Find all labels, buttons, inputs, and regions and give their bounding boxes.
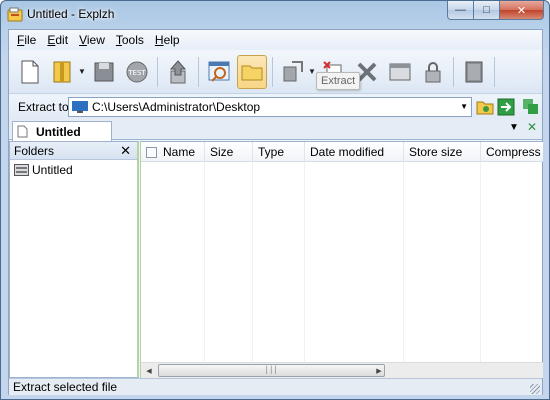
tab-strip: Untitled ▼ ✕ [9,119,542,141]
scroll-left-icon[interactable]: ◀ [141,363,157,378]
resize-grip-icon[interactable] [530,384,540,394]
extract-to-bar: Extract to C:\Users\Administrator\Deskto… [9,95,542,119]
column-header-type[interactable]: Type [253,142,305,162]
column-header-store-size[interactable]: Store size [404,142,481,162]
menu-bar: File Edit View Tools Help [9,30,542,50]
open-archive-button[interactable] [48,55,78,89]
title-bar[interactable]: Untitled - Explzh — □ ✕ [1,1,549,29]
menu-view[interactable]: View [79,33,105,47]
extract-path-value: C:\Users\Administrator\Desktop [92,100,261,114]
upload-arrow-icon [169,59,187,83]
new-archive-button[interactable] [15,55,45,89]
test-icon: TEST [126,61,148,82]
document-icon [17,125,28,138]
svg-text:TEST: TEST [127,69,146,77]
window-title: Untitled - Explzh [27,7,115,21]
new-document-icon [21,60,39,83]
close-icon: ✕ [516,4,527,17]
folder-icon [241,65,263,80]
lock-icon [425,61,441,82]
toolbar-tooltip: Extract [316,72,361,90]
notes-button[interactable] [459,55,489,89]
minimize-button[interactable]: — [447,1,474,20]
go-arrow-icon[interactable] [497,98,515,116]
extract-button[interactable] [278,55,308,89]
column-divider [403,162,404,362]
extract-dropdown-arrow[interactable]: ▼ [308,55,316,89]
add-files-button[interactable] [163,55,193,89]
tab-list-dropdown-icon[interactable]: ▼ [509,122,519,133]
window-properties-icon [389,63,411,80]
open-folder-button[interactable] [237,54,267,89]
app-icon[interactable] [7,7,23,23]
menu-help[interactable]: Help [155,33,180,47]
open-archive-icon [53,61,71,82]
client-area: File Edit View Tools Help ▼ TEST ▼ Extra… [8,29,543,395]
scrollbar-thumb[interactable]: │││ [158,364,385,377]
scroll-right-icon[interactable]: ▶ [371,363,387,378]
folder-star-icon[interactable] [476,98,494,116]
extract-icon [283,60,303,81]
toolbar-separator [494,56,495,87]
notebook-icon [465,61,483,82]
toolbar-separator [198,56,199,87]
maximize-button[interactable]: □ [474,1,500,20]
menu-edit[interactable]: Edit [47,33,68,47]
close-pane-icon[interactable]: ✕ [120,143,131,159]
column-header-name[interactable]: Name [141,142,205,162]
lock-button[interactable] [418,55,448,89]
toolbar-separator [157,56,158,87]
minimize-icon: — [455,4,466,16]
extract-to-label: Extract to [18,100,69,114]
status-text: Extract selected file [13,380,118,394]
menu-file[interactable]: File [17,33,36,47]
close-button[interactable]: ✕ [500,1,544,20]
folder-tree-item[interactable]: Untitled [10,163,137,177]
chevron-down-icon[interactable]: ▼ [460,102,468,111]
column-header-date-modified[interactable]: Date modified [305,142,404,162]
tab-untitled[interactable]: Untitled [12,121,112,141]
archive-icon [14,164,29,176]
column-divider [304,162,305,362]
view-button[interactable] [204,55,234,89]
save-button[interactable] [89,55,119,89]
file-list-header: Name Size Type Date modified Store size … [141,142,543,162]
toolbar: ▼ TEST ▼ [9,50,542,94]
folder-tree-label: Untitled [32,163,73,177]
save-icon [94,62,114,81]
status-bar: Extract selected file [9,378,542,395]
magnifier-view-icon [208,61,230,82]
column-header-size[interactable]: Size [205,142,253,162]
folders-pane: Folders ✕ Untitled [9,141,139,378]
desktop-icon [72,101,88,113]
toolbar-separator [453,56,454,87]
properties-button[interactable] [385,55,415,89]
tab-label: Untitled [36,124,81,139]
app-window: Untitled - Explzh — □ ✕ File Edit View T… [0,0,550,400]
extract-path-combobox[interactable]: C:\Users\Administrator\Desktop ▼ [68,97,472,117]
toolbar-separator [272,56,273,87]
folders-title: Folders [14,143,55,158]
column-divider [480,162,481,362]
close-tab-icon[interactable]: ✕ [527,120,537,134]
horizontal-scrollbar[interactable]: ◀ │││ ▶ [141,362,543,378]
panes-icon[interactable] [522,98,540,116]
menu-tools[interactable]: Tools [116,33,144,47]
column-divider [204,162,205,362]
column-header-compress-ratio[interactable]: Compress r [481,142,543,162]
column-divider [252,162,253,362]
open-dropdown-arrow[interactable]: ▼ [78,55,86,89]
test-button[interactable]: TEST [122,55,152,89]
select-all-checkbox[interactable] [146,146,157,158]
maximize-icon: □ [483,4,490,16]
folders-pane-header: Folders ✕ [10,142,137,160]
file-list[interactable]: Name Size Type Date modified Store size … [140,141,543,378]
